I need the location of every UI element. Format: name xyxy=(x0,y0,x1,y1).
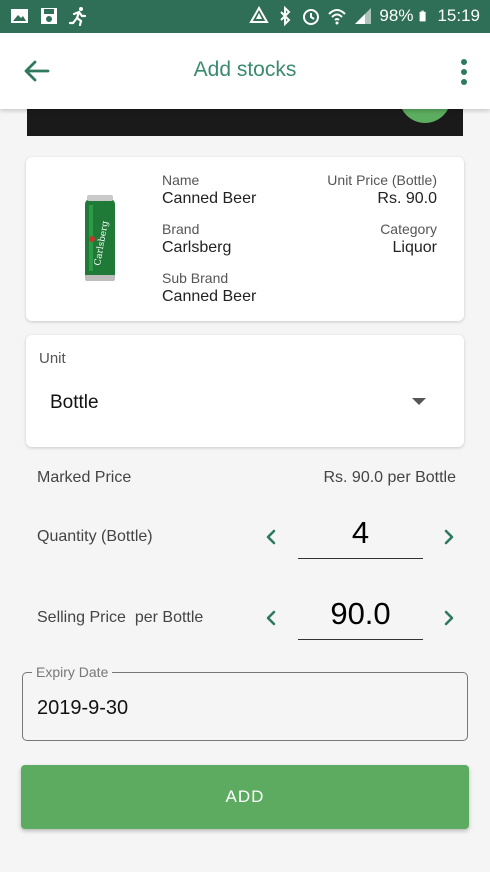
name-value: Canned Beer xyxy=(162,190,257,207)
recycle-icon xyxy=(249,6,270,23)
brand-label: Brand xyxy=(162,221,200,237)
unit-label: Unit xyxy=(39,350,66,367)
app-bar: Add stocks xyxy=(0,33,490,109)
expiry-date-field[interactable]: Expiry Date 2019-9-30 xyxy=(22,664,468,741)
quantity-label: Quantity (Bottle) xyxy=(37,528,153,545)
status-bar: 98% 15:19 xyxy=(0,0,490,33)
quantity-input[interactable]: 4 xyxy=(298,515,423,551)
battery-icon xyxy=(420,10,427,22)
price-decrease-icon[interactable] xyxy=(264,609,278,627)
marked-price-label: Marked Price xyxy=(37,469,132,486)
clock: 15:19 xyxy=(437,6,480,25)
category-label: Category xyxy=(380,221,437,237)
bluetooth-icon xyxy=(280,6,291,26)
sub-brand-label: Sub Brand xyxy=(162,270,229,286)
product-card: Carlsberg Name Canned Beer Unit Price (B… xyxy=(26,157,464,321)
dropdown-arrow-icon[interactable] xyxy=(412,398,426,405)
price-increase-icon[interactable] xyxy=(442,609,456,627)
sub-brand-value: Canned Beer xyxy=(162,288,257,305)
wifi-icon xyxy=(328,9,347,25)
more-vert-icon[interactable] xyxy=(460,58,468,86)
running-icon xyxy=(68,7,87,26)
unit-value[interactable]: Bottle xyxy=(50,392,99,414)
expiry-date-label: Expiry Date xyxy=(32,664,113,680)
battery-percent: 98% xyxy=(379,6,414,25)
signal-icon xyxy=(355,8,372,24)
alarm-icon xyxy=(303,9,320,25)
product-image: Carlsberg xyxy=(85,195,115,281)
floating-action-button[interactable] xyxy=(399,109,451,123)
unit-price-value: Rs. 90.0 xyxy=(377,190,437,207)
selling-price-underline xyxy=(298,639,423,640)
name-label: Name xyxy=(162,172,200,188)
expiry-date-value[interactable]: 2019-9-30 xyxy=(37,697,128,720)
unit-selector[interactable]: Unit Bottle xyxy=(26,335,464,447)
add-button[interactable]: ADD xyxy=(21,765,469,829)
selling-price-input[interactable]: 90.0 xyxy=(298,596,423,632)
selling-price-label: Selling Price per Bottle xyxy=(37,609,204,626)
quantity-increase-icon[interactable] xyxy=(442,528,456,546)
gallery-icon xyxy=(11,9,28,23)
unit-price-label: Unit Price (Bottle) xyxy=(327,172,437,188)
marked-price-value: Rs. 90.0 per Bottle xyxy=(323,469,456,486)
page-title: Add stocks xyxy=(193,58,297,81)
quantity-decrease-icon[interactable] xyxy=(264,528,278,546)
quantity-underline xyxy=(298,558,423,559)
category-value: Liquor xyxy=(392,239,437,256)
save-icon xyxy=(41,8,57,24)
header-banner xyxy=(27,109,463,136)
brand-value: Carlsberg xyxy=(162,239,232,256)
